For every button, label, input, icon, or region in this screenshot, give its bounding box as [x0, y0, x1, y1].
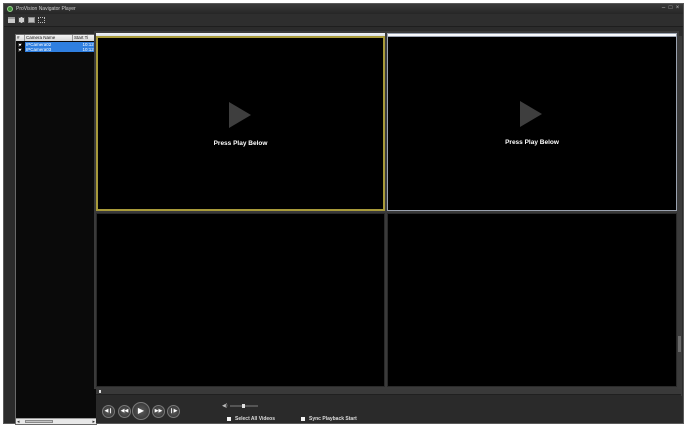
play-placeholder-icon — [520, 101, 542, 127]
camera-list-horizontal-scrollbar[interactable]: ◂ ▸ — [16, 418, 96, 425]
expand-icon[interactable] — [38, 17, 45, 23]
step-back-button[interactable]: ◀❙ — [102, 405, 115, 418]
vertical-scrollbar[interactable] — [678, 36, 682, 396]
volume-icon: ◀) — [222, 403, 228, 409]
film-icon[interactable] — [18, 17, 25, 23]
video-tile-4[interactable] — [387, 213, 677, 387]
select-all-videos-checkbox[interactable] — [227, 417, 231, 421]
volume-slider[interactable] — [230, 404, 258, 408]
press-play-message: Press Play Below — [213, 140, 268, 147]
folder-icon[interactable] — [8, 17, 15, 23]
vertical-scrollbar-thumb[interactable] — [678, 336, 681, 352]
playback-timeline[interactable] — [96, 389, 681, 395]
window-controls: – □ × — [661, 5, 680, 12]
select-all-videos-option[interactable]: Select All Videos — [227, 416, 275, 422]
minimize-button[interactable]: – — [661, 5, 666, 12]
save-icon[interactable] — [28, 17, 35, 23]
timeline-marker[interactable] — [99, 390, 101, 393]
select-all-videos-label: Select All Videos — [235, 416, 276, 422]
step-forward-button[interactable]: ❙▶ — [167, 405, 180, 418]
video-tile-3[interactable] — [96, 213, 385, 387]
toolbar — [4, 14, 683, 27]
camera-start-time: 10:12: — [82, 47, 95, 52]
video-tile-1[interactable]: Press Play Below — [96, 36, 385, 211]
scrollbar-thumb[interactable] — [25, 420, 53, 423]
sync-playback-option[interactable]: Sync Playback Start — [301, 416, 357, 422]
maximize-button[interactable]: □ — [668, 5, 673, 12]
column-header-check[interactable]: # — [16, 35, 25, 41]
column-header-camera-name[interactable]: Camera Name — [25, 35, 73, 41]
app-logo-icon — [7, 6, 13, 12]
camera-row-selection: IPCamera03 10:12: — [25, 47, 96, 52]
title-bar: ProVision Navigator Player – □ × — [4, 4, 683, 14]
video-grid: Press Play Below Press Play Below — [94, 31, 679, 389]
camera-list-panel: # Camera Name Start Ti IPCamera02 10:12:… — [15, 34, 97, 425]
video-tile-2[interactable]: Press Play Below — [387, 36, 677, 211]
sync-playback-checkbox[interactable] — [301, 417, 305, 421]
scroll-right-icon[interactable]: ▸ — [92, 419, 95, 425]
rewind-button[interactable]: ◀◀ — [118, 405, 131, 418]
fast-forward-button[interactable]: ▶▶ — [152, 405, 165, 418]
sync-playback-label: Sync Playback Start — [309, 416, 357, 422]
press-play-message: Press Play Below — [505, 139, 559, 146]
camera-checkbox[interactable] — [18, 42, 22, 47]
camera-row[interactable]: IPCamera03 10:12: — [16, 47, 96, 52]
play-button[interactable]: ▶ — [132, 402, 150, 420]
column-header-start-time[interactable]: Start Ti — [73, 35, 96, 41]
window-title: ProVision Navigator Player — [16, 6, 76, 12]
play-placeholder-icon — [229, 102, 251, 128]
playback-controls: ◀❙ ◀◀ ▶ ▶▶ ❙▶ ◀) Select All Videos Sync … — [96, 389, 681, 423]
volume-slider-knob[interactable] — [242, 404, 245, 408]
scroll-left-icon[interactable]: ◂ — [17, 419, 20, 425]
camera-name: IPCamera03 — [26, 47, 52, 52]
player-window: ProVision Navigator Player – □ × # Camer… — [3, 3, 684, 425]
camera-checkbox[interactable] — [18, 47, 22, 52]
close-button[interactable]: × — [675, 5, 680, 12]
camera-list-header: # Camera Name Start Ti — [16, 35, 96, 41]
